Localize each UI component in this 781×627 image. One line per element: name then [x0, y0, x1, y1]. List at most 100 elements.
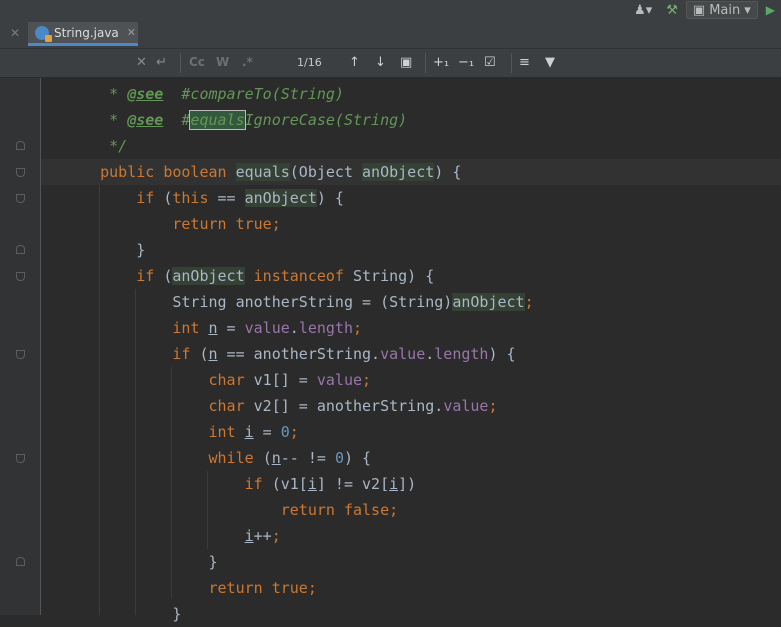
code-line[interactable]: if (this == anObject) { [64, 185, 534, 211]
code-token: String anotherString = (String) [64, 293, 453, 311]
code-line[interactable]: return false; [64, 497, 534, 523]
user-icon[interactable]: ♟▾ [634, 3, 652, 18]
add-occurrence-icon[interactable]: +₁ [433, 55, 449, 70]
fold-marker-icon[interactable] [16, 557, 25, 566]
java-class-icon [35, 25, 52, 42]
fold-marker-icon[interactable] [16, 245, 25, 254]
code-token: ) { [316, 189, 344, 207]
code-token: ++ [253, 527, 272, 545]
previous-occurrence-icon[interactable]: ↑ [349, 55, 360, 70]
code-token: = [253, 423, 281, 441]
code-token: * [64, 85, 128, 103]
fold-marker-icon[interactable] [16, 194, 25, 203]
code-token: ; [307, 579, 317, 597]
code-line[interactable]: i++; [64, 523, 534, 549]
select-all-occurrences-icon[interactable]: ▣ [400, 55, 412, 70]
code-line[interactable]: } [64, 549, 534, 575]
code-line[interactable]: int n = value.length; [64, 315, 534, 341]
code-line[interactable]: char v1[] = value; [64, 367, 534, 393]
code-line[interactable]: int i = 0; [64, 419, 534, 445]
match-case-toggle[interactable]: Cc [189, 55, 205, 69]
build-hammer-icon[interactable]: ⚒ [666, 3, 678, 18]
code-token: ( [199, 345, 209, 363]
code-token: i [307, 475, 317, 493]
editor-tab-bar: ✕ String.java ✕ [0, 20, 781, 49]
code-line[interactable]: } [64, 237, 534, 263]
code-line[interactable]: return true; [64, 575, 534, 601]
code-token: ] != v2[ [316, 475, 390, 493]
fold-marker-icon[interactable] [16, 454, 25, 463]
code-line[interactable]: if (anObject instanceof String) { [64, 263, 534, 289]
code-line[interactable]: char v2[] = anotherString.value; [64, 393, 534, 419]
code-token: int [208, 423, 245, 441]
code-token: (v1[ [271, 475, 308, 493]
clear-search-icon[interactable]: ✕ [136, 55, 147, 70]
code-token: 0 [280, 423, 290, 441]
filter-icon[interactable]: ▼ [545, 55, 555, 70]
tab-string-java[interactable]: String.java ✕ [28, 22, 138, 46]
search-in-selection-icon[interactable]: ≡ [519, 55, 530, 70]
code-token: */ [64, 137, 128, 155]
close-icon[interactable]: ✕ [10, 26, 20, 40]
history-icon[interactable]: ↵ [156, 55, 167, 70]
code-line[interactable]: String anotherString = (String)anObject; [64, 289, 534, 315]
code-line[interactable]: return true; [64, 211, 534, 237]
code-token: ; [389, 501, 399, 519]
fold-marker-icon[interactable] [16, 272, 25, 281]
code-line[interactable]: */ [64, 133, 534, 159]
code-token: while [208, 449, 263, 467]
code-token: ; [362, 371, 372, 389]
regex-toggle[interactable]: .* [242, 55, 253, 69]
whole-words-toggle[interactable]: W [216, 55, 229, 69]
code-text[interactable]: * @see #compareTo(String) * @see #equals… [64, 81, 534, 627]
top-toolbar: ♟▾ ⚒ ▣ Main ▾ ▶ [0, 0, 781, 20]
code-token: String) { [353, 267, 435, 285]
fold-marker-icon[interactable] [16, 141, 25, 150]
next-occurrence-icon[interactable]: ↓ [375, 55, 386, 70]
unselect-occurrence-icon[interactable]: −₁ [458, 55, 474, 70]
tab-label: String.java [54, 25, 119, 40]
code-line[interactable]: * @see #equalsIgnoreCase(String) [64, 107, 534, 133]
fold-marker-icon[interactable] [16, 350, 25, 359]
code-token: v2[] = anotherString. [253, 397, 444, 415]
separator [425, 53, 426, 73]
code-line[interactable]: while (n-- != 0) { [64, 445, 534, 471]
code-token: return true [172, 215, 272, 233]
code-token: ) { [434, 163, 462, 181]
code-editor[interactable]: * @see #compareTo(String) * @see #equals… [0, 78, 781, 623]
code-token: @see [127, 111, 164, 129]
separator [511, 53, 512, 73]
code-line[interactable]: if (v1[i] != v2[i]) [64, 471, 534, 497]
code-token: ; [353, 319, 363, 337]
code-token: anObject [172, 267, 245, 285]
code-token: . [289, 319, 299, 337]
fold-marker-icon[interactable] [16, 168, 25, 177]
code-line[interactable]: if (n == anotherString.value.length) { [64, 341, 534, 367]
code-token: equals [235, 163, 290, 181]
tab-close-icon[interactable]: ✕ [127, 26, 136, 39]
code-token: length [434, 345, 489, 363]
find-bar: ✕ ↵ Cc W .* 1/16 ↑ ↓ ▣ +₁ −₁ ☑ ≡ ▼ [0, 49, 781, 78]
run-configuration-dropdown[interactable]: ▣ Main ▾ [685, 1, 758, 19]
code-token: if [244, 475, 272, 493]
code-line[interactable]: public boolean equals(Object anObject) { [64, 159, 534, 185]
run-play-icon[interactable]: ▶ [766, 3, 775, 17]
code-token: anObject [362, 163, 435, 181]
code-token: anObject [452, 293, 525, 311]
code-line[interactable]: * @see #compareTo(String) [64, 81, 534, 107]
code-token: -- != [280, 449, 335, 467]
code-token: n [208, 345, 218, 363]
code-token: (Object [289, 163, 363, 181]
code-token: ; [524, 293, 534, 311]
code-token: * [64, 111, 128, 129]
select-occurrences-icon[interactable]: ☑ [484, 55, 496, 70]
code-line[interactable]: } [64, 601, 534, 627]
